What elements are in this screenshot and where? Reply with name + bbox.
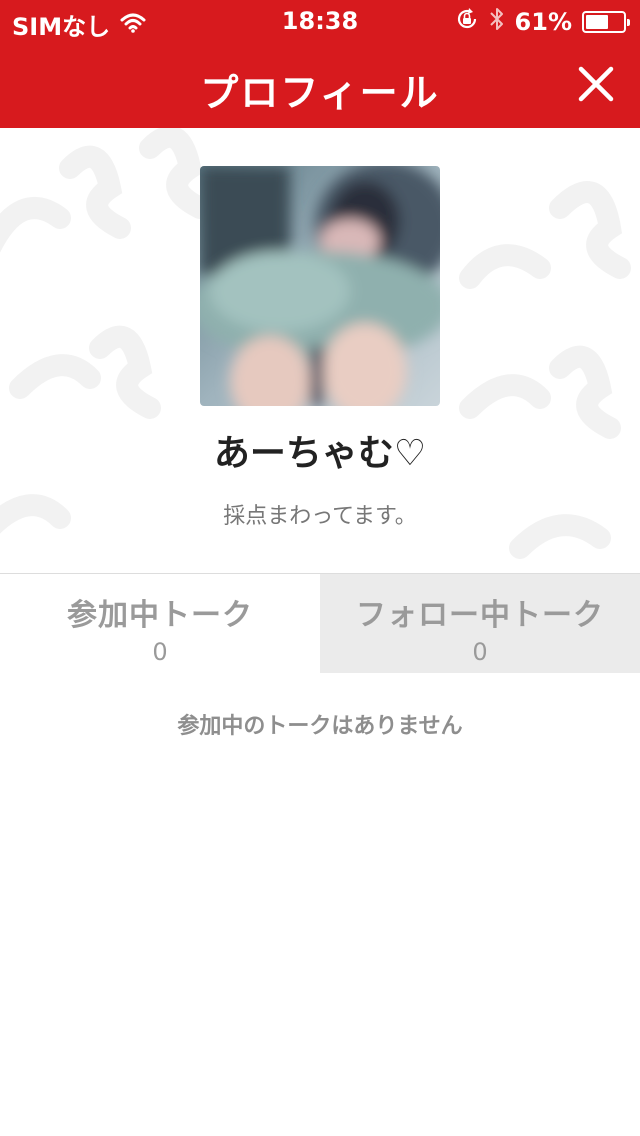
avatar (200, 166, 440, 406)
profile-bio: 採点まわってます。 (223, 504, 417, 529)
close-icon (578, 66, 614, 102)
profile-screen: SIMなし 18:38 61% プロフィール あーちゃむ♡ 採点まわってます。 … (0, 0, 640, 1136)
battery-fill (586, 15, 608, 29)
page-title: プロフィール (200, 71, 440, 115)
tab-count: 0 (472, 638, 488, 666)
tab-label: フォロー中トーク (356, 598, 604, 633)
status-right: 61% (455, 6, 630, 38)
tab-label: 参加中トーク (67, 598, 253, 633)
bluetooth-icon (489, 6, 505, 38)
empty-state-message: 参加中のトークはありません (177, 714, 463, 739)
close-button[interactable] (576, 64, 616, 104)
header-bar: SIMなし 18:38 61% プロフィール (0, 0, 640, 128)
tab-joined-talks[interactable]: 参加中トーク 0 (0, 574, 320, 673)
status-bar: SIMなし 18:38 61% (0, 0, 640, 41)
rotation-lock-icon (455, 7, 479, 37)
battery-percent: 61% (514, 8, 572, 36)
tab-count: 0 (152, 638, 168, 666)
talk-tabs: 参加中トーク 0 フォロー中トーク 0 (0, 573, 640, 673)
tab-following-talks[interactable]: フォロー中トーク 0 (320, 574, 640, 673)
profile-name: あーちゃむ♡ (213, 433, 427, 474)
battery-icon (582, 11, 630, 33)
nav-bar: プロフィール (0, 40, 640, 128)
